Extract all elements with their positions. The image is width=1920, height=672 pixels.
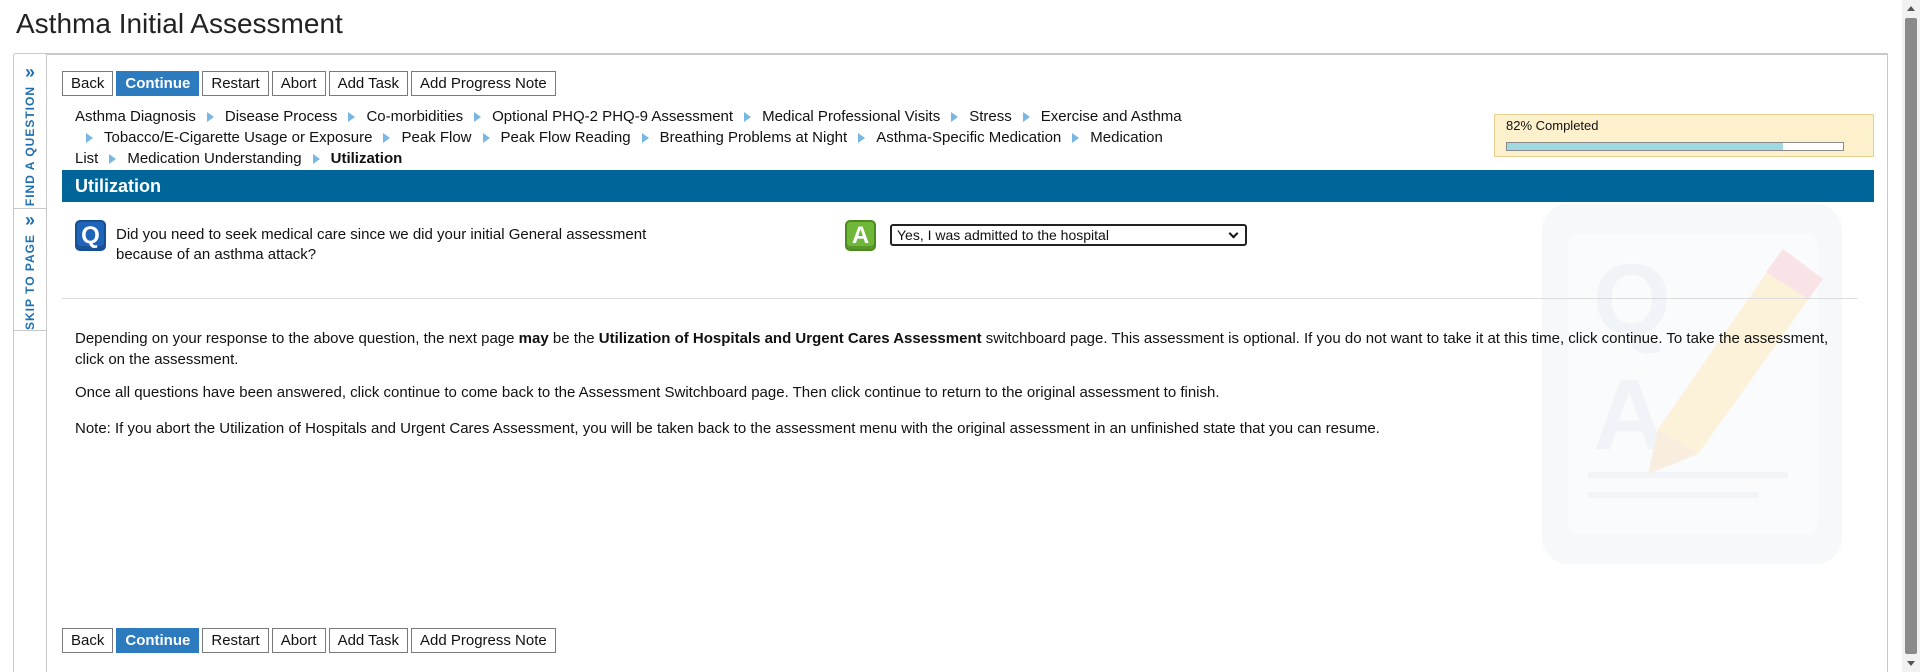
breadcrumb-item[interactable]: Optional PHQ-2 PHQ-9 Assessment (492, 108, 733, 125)
info-paragraph-3: Note: If you abort the Utilization of Ho… (75, 420, 1380, 437)
info-paragraph-2: Once all questions have been answered, c… (75, 384, 1220, 401)
breadcrumb-item[interactable]: Peak Flow Reading (501, 129, 631, 146)
breadcrumb-arrow-icon (109, 153, 117, 164)
question-text: Did you need to seek medical care since … (116, 226, 647, 263)
continue-button[interactable]: Continue (116, 71, 200, 96)
find-a-question-label: FIND A QUESTION (23, 86, 37, 207)
breadcrumb-item[interactable]: Asthma Diagnosis (75, 108, 196, 125)
skip-to-page-label: SKIP TO PAGE (23, 234, 37, 331)
chevron-double-right-icon: » (24, 62, 35, 82)
breadcrumb-item[interactable]: Disease Process (225, 108, 338, 125)
scroll-down-arrow-icon[interactable] (1907, 661, 1915, 666)
breadcrumb-item[interactable]: Medication Understanding (127, 150, 301, 167)
scrollbar-thumb[interactable] (1905, 18, 1917, 654)
breadcrumb-arrow-icon (641, 132, 649, 143)
breadcrumb-item[interactable]: Asthma-Specific Medication (876, 129, 1061, 146)
back-button[interactable]: Back (62, 628, 114, 653)
vertical-scrollbar[interactable] (1902, 0, 1920, 672)
breadcrumb-arrow-icon (383, 132, 391, 143)
add-progress-note-button[interactable]: Add Progress Note (411, 71, 556, 96)
add-task-button[interactable]: Add Task (328, 71, 409, 96)
answer-dropdown[interactable]: Yes, I was admitted to the hospital (890, 224, 1247, 246)
breadcrumb-item[interactable]: Stress (969, 108, 1012, 125)
restart-button[interactable]: Restart (202, 71, 269, 96)
info-text: Depending on your response to the above … (75, 330, 519, 347)
breadcrumb-arrow-icon (312, 153, 320, 164)
section-divider (62, 298, 1857, 299)
scroll-up-arrow-icon[interactable] (1907, 6, 1915, 11)
continue-button[interactable]: Continue (116, 628, 200, 653)
breadcrumb-arrow-icon (1022, 111, 1030, 122)
question-icon: Q (75, 220, 106, 251)
chevron-double-right-icon: » (24, 210, 35, 230)
breadcrumb-arrow-icon (1072, 132, 1080, 143)
breadcrumb-arrow-icon (86, 132, 93, 143)
breadcrumb-item[interactable]: Breathing Problems at Night (660, 129, 848, 146)
restart-button[interactable]: Restart (202, 628, 269, 653)
bottom-toolbar: Back Continue Restart Abort Add Task Add… (62, 628, 556, 653)
top-toolbar: Back Continue Restart Abort Add Task Add… (62, 71, 556, 96)
breadcrumb-item[interactable]: Tobacco/E-Cigarette Usage or Exposure (104, 129, 372, 146)
progress-bar (1506, 142, 1844, 151)
breadcrumb-arrow-icon (951, 111, 959, 122)
side-tab-strip: » FIND A QUESTION » SKIP TO PAGE (13, 54, 47, 672)
breadcrumb: Asthma Diagnosis Disease Process Co-morbid… (75, 106, 1185, 169)
side-tab-separator (14, 208, 46, 209)
breadcrumb-current: Utilization (330, 150, 403, 167)
breadcrumb-item[interactable]: Peak Flow (401, 129, 471, 146)
back-button[interactable]: Back (62, 71, 114, 96)
breadcrumb-arrow-icon (206, 111, 214, 122)
page-title: Asthma Initial Assessment (16, 8, 343, 39)
breadcrumb-arrow-icon (858, 132, 866, 143)
breadcrumb-arrow-icon (744, 111, 752, 122)
info-paragraph-1: Depending on your response to the above … (75, 328, 1855, 370)
assessment-panel: Back Continue Restart Abort Add Task Add… (48, 54, 1888, 672)
progress-bar-fill (1507, 143, 1783, 150)
side-tab-separator (14, 330, 46, 331)
info-text: be the (548, 330, 599, 347)
progress-label: 82% Completed (1506, 118, 1599, 133)
find-a-question-tab[interactable]: » FIND A QUESTION (14, 62, 46, 207)
skip-to-page-tab[interactable]: » SKIP TO PAGE (14, 210, 46, 331)
abort-button[interactable]: Abort (271, 71, 326, 96)
info-emphasis: may (518, 330, 549, 347)
breadcrumb-arrow-icon (348, 111, 356, 122)
answer-selected-value: Yes, I was admitted to the hospital (897, 227, 1109, 243)
answer-icon: A (845, 220, 876, 251)
add-progress-note-button[interactable]: Add Progress Note (411, 628, 556, 653)
add-task-button[interactable]: Add Task (328, 628, 409, 653)
breadcrumb-arrow-icon (474, 111, 482, 122)
progress-panel: 82% Completed (1494, 114, 1874, 157)
breadcrumb-item[interactable]: Exercise and Asthma (1041, 108, 1182, 125)
section-header: Utilization (62, 170, 1874, 202)
breadcrumb-item[interactable]: Medical Professional Visits (762, 108, 940, 125)
breadcrumb-item[interactable]: Co-morbidities (366, 108, 463, 125)
abort-button[interactable]: Abort (271, 628, 326, 653)
chevron-down-icon (1228, 228, 1239, 239)
breadcrumb-arrow-icon (482, 132, 490, 143)
qa-watermark-icon: Q A (1542, 204, 1842, 564)
info-emphasis: Utilization of Hospitals and Urgent Care… (598, 330, 982, 347)
